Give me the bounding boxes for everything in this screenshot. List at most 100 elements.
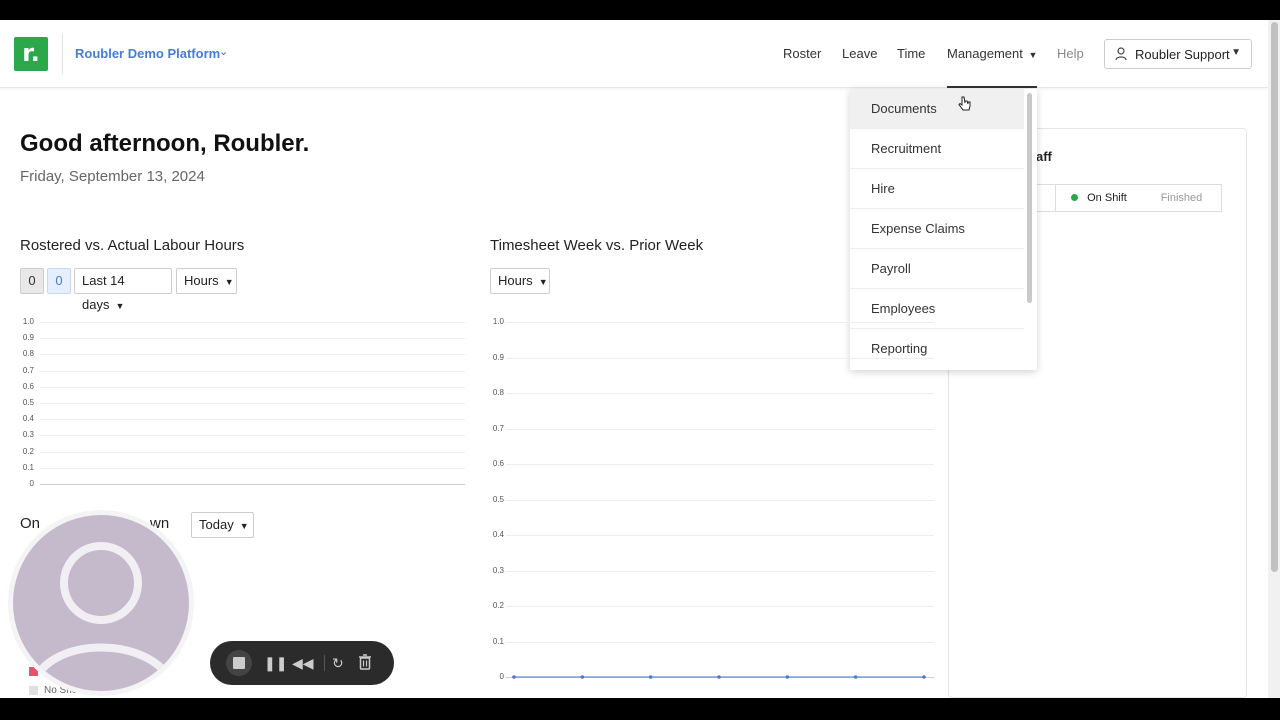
org-switcher[interactable]: Roubler Demo Platform — [75, 46, 220, 61]
y-tick-label: 0.5 — [22, 398, 34, 407]
grid-line — [40, 338, 465, 340]
range-dropdown[interactable]: Last 14 days ▼ — [74, 268, 172, 312]
series-line — [512, 675, 926, 679]
grid-line — [40, 403, 465, 404]
labour-chart-title: Rostered vs. Actual Labour Hours — [20, 237, 245, 254]
timesheet-unit-label: Hours — [498, 273, 533, 288]
nav-roster[interactable]: Roster — [783, 46, 821, 61]
on-shift-dot-icon — [1071, 193, 1079, 201]
caret-down-icon: ▼ — [115, 301, 125, 311]
y-tick-label: 0.1 — [492, 636, 504, 646]
grid-line — [40, 322, 465, 323]
data-point[interactable] — [512, 675, 516, 679]
roubler-logo[interactable]: r. — [14, 37, 48, 71]
page-scrollbar-thumb[interactable] — [1271, 22, 1278, 572]
breakdown-period-label: Today — [199, 517, 234, 532]
y-tick-label: 0.5 — [492, 494, 504, 504]
caret-down-icon: ▼ — [538, 277, 548, 287]
segment-on-shift[interactable]: On Shift — [1055, 184, 1143, 212]
y-tick-label: 0.7 — [492, 423, 504, 433]
menu-item-documents[interactable]: Documents — [850, 89, 1024, 129]
y-tick-label: 0.8 — [492, 388, 504, 397]
y-tick-label: 0.2 — [22, 446, 34, 456]
active-nav-underline — [947, 86, 1037, 88]
data-point[interactable] — [717, 675, 721, 679]
data-point[interactable] — [648, 675, 653, 679]
restart-button[interactable]: ↻ — [332, 654, 344, 672]
grid-line — [40, 386, 465, 388]
caret-down-icon: ▼ — [224, 277, 234, 287]
data-point[interactable] — [853, 675, 858, 679]
y-tick-label: 1.0 — [22, 317, 34, 326]
trash-icon — [359, 654, 371, 670]
breakdown-period-dropdown[interactable]: Today ▼ — [191, 512, 254, 538]
app-window: r. Roubler Demo Platform ⌄ Roster Leave … — [0, 20, 1268, 698]
hand-cursor-icon — [958, 96, 971, 111]
segment-finished[interactable]: Finished — [1142, 184, 1222, 212]
y-tick-label: 0 — [499, 672, 504, 681]
y-tick-label: 0.3 — [22, 430, 34, 440]
on-shift-label: On Shift — [1087, 192, 1127, 204]
recorder-divider — [324, 655, 325, 671]
grid-line — [40, 419, 465, 421]
y-tick-label: 0.4 — [492, 530, 504, 539]
data-point[interactable] — [580, 675, 585, 679]
top-header: r. Roubler Demo Platform ⌄ Roster Leave … — [0, 20, 1268, 88]
user-icon — [1115, 47, 1127, 61]
y-tick-label: 0 — [29, 479, 34, 488]
menu-scrollbar[interactable] — [1027, 93, 1032, 303]
restart-icon: ↻ — [332, 655, 344, 671]
data-point[interactable] — [922, 675, 926, 679]
menu-item-expense-claims[interactable]: Expense Claims — [850, 209, 1024, 249]
grid-line — [40, 370, 465, 372]
y-tick-label: 0.7 — [22, 365, 34, 375]
labour-unit-label: Hours — [184, 273, 219, 288]
labour-unit-dropdown[interactable]: Hours ▼ — [176, 268, 237, 294]
stop-button[interactable] — [226, 650, 252, 676]
grid-line — [40, 451, 465, 453]
greeting-title: Good afternoon, Roubler. — [20, 130, 310, 157]
data-point[interactable] — [785, 675, 790, 679]
y-tick-label: 0.9 — [492, 352, 504, 362]
stop-icon — [233, 657, 245, 669]
nav-time[interactable]: Time — [897, 46, 925, 61]
y-tick-label: 0.6 — [492, 459, 504, 468]
breakdown-title-start: On — [20, 515, 41, 532]
legend-swatch-no-show — [29, 686, 38, 695]
y-tick-label: 0.3 — [492, 565, 504, 575]
y-tick-label: 0.1 — [22, 462, 34, 472]
delete-button[interactable] — [358, 654, 372, 674]
menu-item-hire[interactable]: Hire — [850, 169, 1024, 209]
chevron-down-icon[interactable]: ⌄ — [219, 45, 228, 58]
nav-help[interactable]: Help — [1057, 46, 1084, 61]
caret-down-icon: ▼ — [1231, 47, 1241, 58]
grid-line — [40, 467, 465, 469]
webcam-avatar — [8, 510, 194, 696]
grid-line — [40, 354, 465, 356]
person-icon — [29, 542, 177, 687]
rostered-toggle[interactable]: 0 — [20, 268, 44, 294]
pause-button[interactable]: ❚❚ — [264, 654, 287, 672]
y-tick-label: 0.4 — [22, 414, 34, 424]
rewind-button[interactable]: ◀◀ — [292, 654, 314, 672]
nav-management[interactable]: Management ▼ — [947, 46, 1037, 61]
y-tick-label: 0.9 — [22, 333, 34, 343]
menu-item-payroll[interactable]: Payroll — [850, 249, 1024, 289]
timesheet-unit-dropdown[interactable]: Hours ▼ — [490, 268, 550, 294]
y-tick-label: 0.8 — [22, 349, 34, 359]
nav-management-label: Management — [947, 46, 1023, 61]
grid-line — [40, 484, 465, 485]
grid-line — [40, 435, 465, 437]
y-tick-label: 0.2 — [492, 601, 504, 610]
user-menu-label: Roubler Support — [1135, 47, 1230, 62]
y-tick-label: 0.6 — [22, 381, 34, 391]
user-menu-button[interactable]: Roubler Support ▼ — [1104, 39, 1252, 69]
header-divider — [62, 34, 63, 74]
actual-toggle[interactable]: 0 — [47, 268, 71, 294]
caret-down-icon: ▼ — [239, 521, 249, 531]
menu-item-recruitment[interactable]: Recruitment — [850, 129, 1024, 169]
timesheet-chart-title: Timesheet Week vs. Prior Week — [490, 237, 704, 254]
nav-leave[interactable]: Leave — [842, 46, 877, 61]
caret-down-icon: ▼ — [1028, 50, 1038, 60]
recorder-toolbar: ❚❚ ◀◀ ↻ — [210, 641, 394, 685]
